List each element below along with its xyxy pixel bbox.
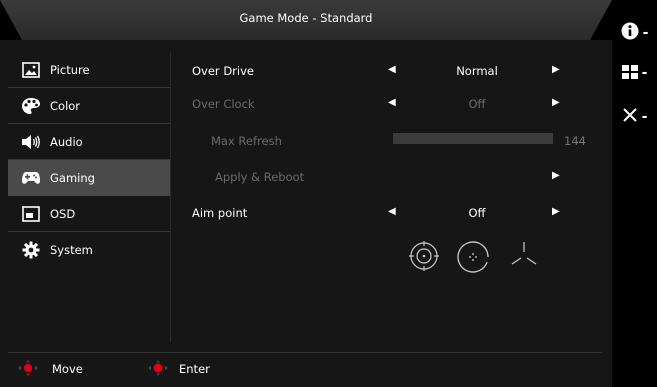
- sidebar-item-label: Picture: [50, 62, 90, 77]
- arrow-left-icon[interactable]: ◀: [388, 97, 396, 108]
- shortcut-dash: -: [641, 65, 648, 81]
- setting-value: Normal: [456, 64, 498, 78]
- shortcut-dash: -: [642, 25, 649, 41]
- aim-point-circle-icon[interactable]: [408, 240, 440, 276]
- sidebar-item-system[interactable]: System: [8, 232, 170, 267]
- sidebar-item-label: Color: [50, 98, 81, 113]
- grid-icon: [621, 64, 638, 83]
- aim-point-tri-icon[interactable]: [508, 240, 540, 276]
- sidebar-item-label: OSD: [50, 206, 76, 221]
- dpad-move-icon: [14, 359, 42, 380]
- arrow-right-icon[interactable]: ▶: [552, 170, 560, 181]
- setting-value: Off: [468, 97, 486, 111]
- arrow-left-icon[interactable]: ◀: [388, 64, 396, 75]
- arrow-left-icon[interactable]: ◀: [388, 206, 396, 217]
- shortcut-info[interactable]: -: [612, 18, 657, 48]
- footer-move: Move: [14, 359, 83, 380]
- footer-enter-label: Enter: [179, 362, 210, 376]
- sidebar-item-label: System: [50, 242, 93, 257]
- setting-over-clock[interactable]: Over Clock ◀ Off ▶: [192, 94, 582, 114]
- setting-over-drive[interactable]: Over Drive ◀ Normal ▶: [192, 61, 582, 81]
- aim-point-dashed-circle-icon[interactable]: [456, 240, 490, 278]
- footer-enter: Enter: [144, 359, 210, 380]
- page-title: Game Mode - Standard: [239, 11, 373, 25]
- footer-move-label: Move: [52, 362, 83, 376]
- max-refresh-value: 144: [564, 134, 586, 148]
- divider: [170, 52, 171, 342]
- setting-label: Over Clock: [192, 97, 255, 111]
- footer-divider: [8, 352, 602, 353]
- right-shortcut-bar: - - -: [612, 0, 657, 387]
- setting-label: Max Refresh: [211, 134, 282, 148]
- setting-apply-reboot[interactable]: Apply & Reboot ▶: [192, 167, 582, 187]
- osd-icon: [20, 203, 42, 225]
- setting-label: Aim point: [192, 206, 248, 220]
- close-icon: [622, 107, 638, 127]
- title-bar: Game Mode - Standard: [0, 0, 612, 40]
- gamepad-icon: [20, 167, 42, 189]
- sidebar-item-label: Gaming: [50, 170, 95, 185]
- dpad-enter-icon: [144, 359, 172, 380]
- osd-window: Game Mode - Standard Picture Color Audio: [0, 0, 612, 387]
- setting-label: Apply & Reboot: [215, 170, 305, 184]
- sidebar-item-osd[interactable]: OSD: [8, 196, 170, 232]
- shortcut-dash: -: [641, 109, 648, 125]
- info-icon: [621, 22, 639, 44]
- setting-label: Over Drive: [192, 64, 254, 78]
- gear-icon: [20, 239, 42, 261]
- sidebar-item-gaming[interactable]: Gaming: [8, 160, 170, 196]
- setting-value: Off: [468, 206, 486, 220]
- shortcut-grid[interactable]: -: [612, 58, 657, 88]
- max-refresh-bar: [393, 133, 553, 144]
- sidebar: Picture Color Audio Gaming OSD System: [8, 52, 170, 267]
- setting-aim-point[interactable]: Aim point ◀ Off ▶: [192, 203, 582, 223]
- sidebar-item-audio[interactable]: Audio: [8, 124, 170, 160]
- speaker-icon: [20, 131, 42, 153]
- shortcut-close[interactable]: -: [612, 102, 657, 132]
- sidebar-item-color[interactable]: Color: [8, 88, 170, 124]
- arrow-right-icon[interactable]: ▶: [552, 64, 560, 75]
- palette-icon: [20, 95, 42, 117]
- arrow-right-icon[interactable]: ▶: [552, 97, 560, 108]
- arrow-right-icon[interactable]: ▶: [552, 206, 560, 217]
- sidebar-item-picture[interactable]: Picture: [8, 52, 170, 88]
- picture-icon: [20, 59, 42, 81]
- sidebar-item-label: Audio: [50, 134, 83, 149]
